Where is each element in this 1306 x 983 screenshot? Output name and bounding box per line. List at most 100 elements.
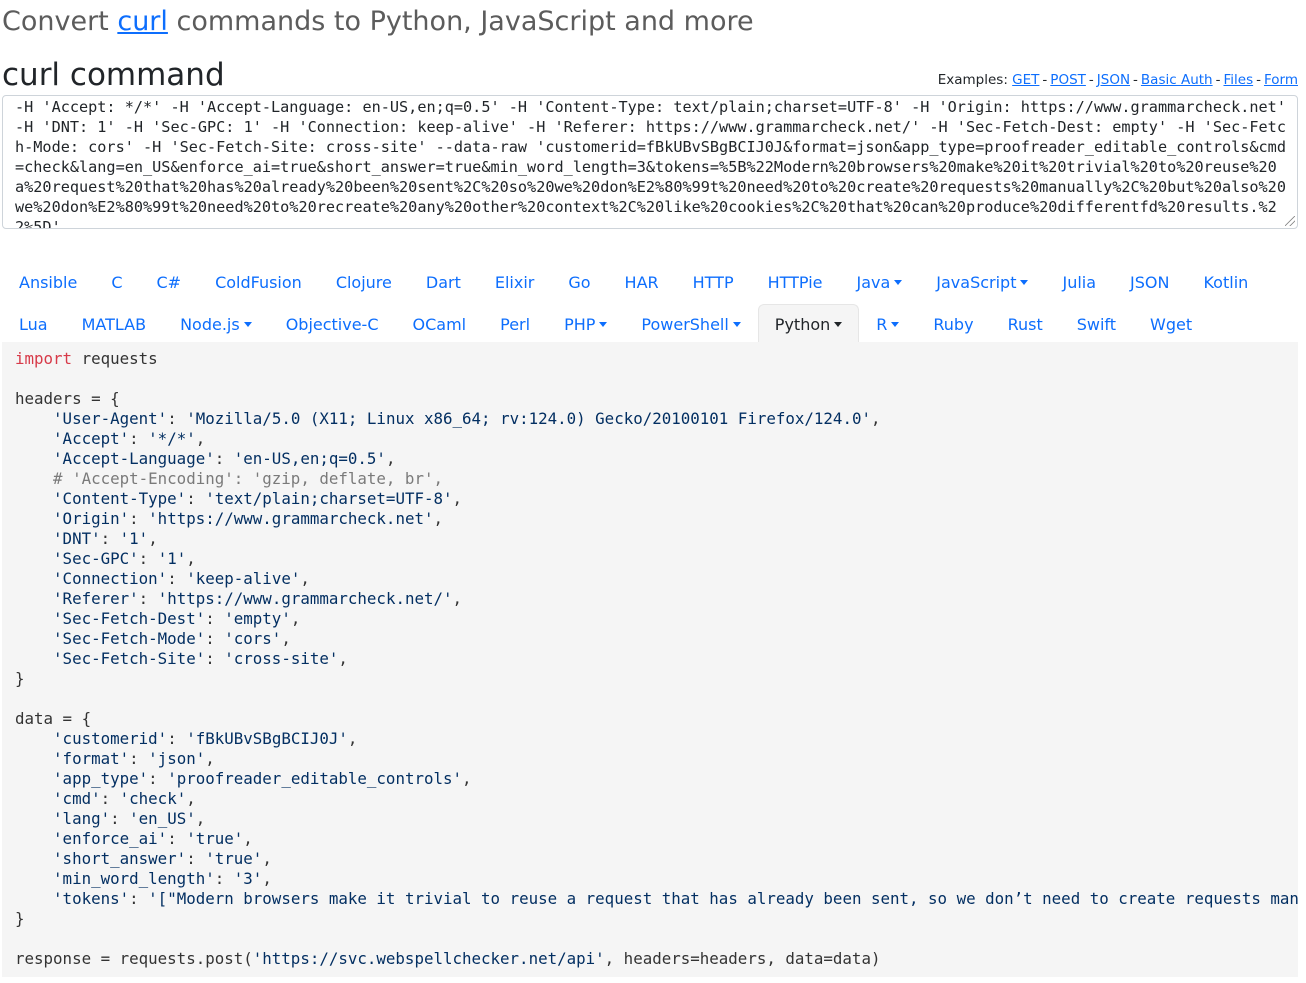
tab-dart[interactable]: Dart	[409, 262, 478, 304]
code-text: ,	[870, 409, 881, 428]
tab-httpie[interactable]: HTTPie	[751, 262, 840, 304]
code-string: 'customerid'	[53, 729, 168, 748]
code-text: :	[186, 489, 206, 508]
tab-ocaml[interactable]: OCaml	[396, 304, 484, 346]
code-string: 'fBkUBvSBgBCIJ0J'	[186, 729, 348, 748]
code-text: :	[129, 889, 149, 908]
code-text: ,	[243, 829, 253, 848]
code-line: headers = {	[15, 389, 120, 408]
example-form-link[interactable]: Form	[1264, 72, 1298, 88]
example-basic-auth-link[interactable]: Basic Auth	[1141, 72, 1213, 88]
tab-r[interactable]: R	[859, 304, 916, 346]
code-string: 'keep-alive'	[186, 569, 301, 588]
tab-python[interactable]: Python	[757, 304, 860, 346]
example-json-link[interactable]: JSON	[1097, 72, 1130, 88]
code-text: ,	[148, 529, 158, 548]
code-text: ,	[195, 809, 206, 828]
code-text: }	[15, 669, 25, 688]
code-string: 'lang'	[53, 809, 111, 828]
tab-java[interactable]: Java	[839, 262, 919, 304]
tab-node-js[interactable]: Node.js	[163, 304, 269, 346]
code-text: ,	[281, 629, 291, 648]
tab-perl[interactable]: Perl	[483, 304, 547, 346]
examples-bar: Examples: GET - POST - JSON - Basic Auth - Files…	[938, 72, 1298, 88]
code-line: 'app_type': 'proofreader_editable_contro…	[15, 769, 472, 788]
curl-command-text[interactable]: curl 'https://svc.webspellchecker.net/ap…	[15, 96, 1287, 228]
example-files-link[interactable]: Files	[1223, 72, 1253, 88]
tab-csharp[interactable]: C#	[139, 262, 198, 304]
title-prefix: Convert	[2, 6, 118, 37]
code-keyword: import	[15, 349, 73, 368]
tab-php[interactable]: PHP	[547, 304, 624, 346]
tab-http[interactable]: HTTP	[676, 262, 751, 304]
tab-matlab[interactable]: MATLAB	[65, 304, 163, 346]
code-comment: # 'Accept-Encoding': 'gzip, deflate, br'…	[53, 469, 443, 488]
tab-clojure[interactable]: Clojure	[319, 262, 409, 304]
code-string: 'short_answer'	[53, 849, 187, 868]
tab-c[interactable]: C	[94, 262, 139, 304]
code-string: 'text/plain;charset=UTF-8'	[205, 489, 453, 508]
example-post-link[interactable]: POST	[1050, 72, 1086, 88]
code-string: 'Sec-Fetch-Mode'	[53, 629, 206, 648]
code-line: 'min_word_length': '3',	[15, 869, 272, 888]
curl-command-heading: curl command	[2, 57, 225, 93]
tab-go[interactable]: Go	[551, 262, 607, 304]
tab-wget[interactable]: Wget	[1133, 304, 1209, 346]
example-get-link[interactable]: GET	[1012, 72, 1039, 88]
code-string: 'Accept-Language'	[53, 449, 215, 468]
tab-kotlin[interactable]: Kotlin	[1186, 262, 1265, 304]
code-line: 'DNT': '1',	[15, 529, 158, 548]
tab-rust[interactable]: Rust	[991, 304, 1060, 346]
resize-handle-icon[interactable]	[1285, 216, 1295, 226]
tab-swift[interactable]: Swift	[1060, 304, 1133, 346]
code-text: :	[167, 829, 187, 848]
code-string: 'cors'	[224, 629, 282, 648]
code-string: 'Accept'	[53, 429, 130, 448]
code-string: 'Sec-Fetch-Site'	[53, 649, 206, 668]
tab-ansible[interactable]: Ansible	[2, 262, 94, 304]
code-text: :	[205, 629, 225, 648]
curl-command-textarea[interactable]: curl 'https://svc.webspellchecker.net/ap…	[2, 95, 1298, 229]
tab-powershell[interactable]: PowerShell	[624, 304, 757, 346]
title-suffix: commands to Python, JavaScript and more	[167, 6, 754, 37]
code-text: :	[148, 769, 168, 788]
tab-objective-c[interactable]: Objective-C	[269, 304, 396, 346]
code-text: ,	[338, 649, 348, 668]
code-line: 'User-Agent': 'Mozilla/5.0 (X11; Linux x…	[15, 409, 881, 428]
code-text: ,	[452, 489, 463, 508]
separator: -	[1042, 72, 1048, 88]
tab-ruby[interactable]: Ruby	[916, 304, 990, 346]
code-line: 'Accept-Language': 'en-US,en;q=0.5',	[15, 449, 395, 468]
code-text: headers = {	[15, 389, 120, 408]
code-text: ,	[290, 609, 301, 628]
tab-julia[interactable]: Julia	[1045, 262, 1113, 304]
code-text: requests	[72, 349, 158, 368]
tab-json[interactable]: JSON	[1113, 262, 1186, 304]
code-text: :	[205, 649, 225, 668]
code-text: ,	[462, 769, 472, 788]
code-text: :	[167, 409, 187, 428]
code-line: 'customerid': 'fBkUBvSBgBCIJ0J',	[15, 729, 357, 748]
code-string: 'https://www.grammarcheck.net'	[148, 509, 434, 528]
code-string: 'Mozilla/5.0 (X11; Linux x86_64; rv:124.…	[186, 409, 871, 428]
code-text: :	[129, 749, 149, 768]
tab-javascript[interactable]: JavaScript	[919, 262, 1045, 304]
code-line: 'enforce_ai': 'true',	[15, 829, 253, 848]
code-string: 'format'	[53, 749, 130, 768]
code-text: :	[186, 849, 206, 868]
tab-har[interactable]: HAR	[608, 262, 676, 304]
curl-link[interactable]: curl	[117, 6, 168, 37]
tab-coldfusion[interactable]: ColdFusion	[198, 262, 319, 304]
separator: -	[1133, 72, 1138, 88]
tab-elixir[interactable]: Elixir	[478, 262, 552, 304]
code-text: :	[138, 549, 158, 568]
tab-lua[interactable]: Lua	[2, 304, 65, 346]
